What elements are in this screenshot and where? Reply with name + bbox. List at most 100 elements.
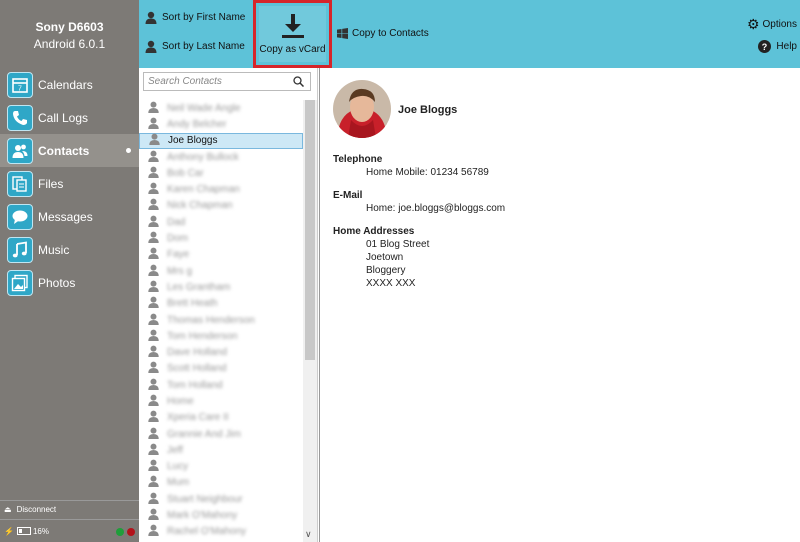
contact-name-label: Xperia Care II xyxy=(167,412,229,424)
copy-to-contacts-button[interactable]: Copy to Contacts xyxy=(337,28,429,39)
contact-name-label: Mum xyxy=(167,477,190,489)
contact-list-item[interactable]: Karen Chapman xyxy=(139,181,303,197)
sidebar-item-calendars[interactable]: 7 Calendars xyxy=(0,68,139,101)
sidebar-item-label: Call Logs xyxy=(38,110,89,125)
contact-list-item[interactable]: Jeff xyxy=(139,442,303,458)
person-icon xyxy=(148,475,159,490)
telephone-heading: Telephone xyxy=(333,154,383,165)
contact-name-label: Anthony Bullock xyxy=(167,151,239,163)
contact-list-item[interactable]: Brett Heath xyxy=(139,296,303,312)
contact-list-item[interactable]: Andy Belcher xyxy=(139,116,303,132)
sidebar-item-label: Photos xyxy=(38,275,76,290)
person-icon xyxy=(148,296,159,311)
contact-list-item[interactable]: Bob Car xyxy=(139,165,303,181)
contact-list-item[interactable]: Neil Wade Angle xyxy=(139,100,303,116)
person-icon xyxy=(145,40,157,53)
device-os: Android 6.0.1 xyxy=(33,37,106,51)
contact-list-item[interactable]: Mrs g xyxy=(139,263,303,279)
person-icon xyxy=(149,133,160,148)
contact-name-label: Les Grantham xyxy=(167,281,231,293)
person-icon xyxy=(148,215,159,230)
contact-name-label: Dad xyxy=(167,216,186,228)
contact-name-label: Joe Bloggs xyxy=(168,135,218,147)
person-icon xyxy=(148,313,159,328)
files-icon xyxy=(7,170,33,197)
contact-list-item[interactable]: Xperia Care II xyxy=(139,410,303,426)
contact-name-label: Neil Wade Angle xyxy=(167,102,241,114)
person-icon xyxy=(148,264,159,279)
contact-name: Joe Bloggs xyxy=(398,104,458,116)
person-icon xyxy=(148,361,159,376)
windows-icon xyxy=(337,28,348,39)
copy-to-contacts-label: Copy to Contacts xyxy=(352,28,429,39)
charging-icon: ⚡ xyxy=(4,526,14,536)
address-line: Joetown xyxy=(366,252,404,263)
contact-list-item[interactable]: Dad xyxy=(139,214,303,230)
contact-list-item[interactable]: Tom Holland xyxy=(139,377,303,393)
contact-name-label: Mrs g xyxy=(167,265,192,277)
scroll-down-icon[interactable]: ∨ xyxy=(305,529,312,540)
contact-list-item[interactable]: Home xyxy=(139,393,303,409)
sidebar-item-files[interactable]: Files xyxy=(0,167,139,200)
search-icon[interactable] xyxy=(293,76,304,87)
contact-list-item[interactable]: Joe Bloggs xyxy=(139,132,303,149)
contact-list-item[interactable]: Dave Holland xyxy=(139,344,303,360)
red-status-led xyxy=(127,528,135,536)
sidebar-item-contacts[interactable]: Contacts xyxy=(0,134,139,167)
person-icon xyxy=(148,117,159,132)
contact-list-item[interactable]: Faye xyxy=(139,247,303,263)
help-button[interactable]: ? Help xyxy=(758,40,797,53)
contact-list-item[interactable]: Tom Henderson xyxy=(139,328,303,344)
person-icon xyxy=(148,508,159,523)
options-label: Options xyxy=(762,19,797,30)
sidebar-item-call-logs[interactable]: Call Logs xyxy=(0,101,139,134)
sort-first-name-label: Sort by First Name xyxy=(162,12,246,23)
email-value: Home: joe.bloggs@bloggs.com xyxy=(366,203,506,214)
person-icon xyxy=(148,524,159,539)
svg-text:?: ? xyxy=(762,42,768,52)
sidebar-item-label: Contacts xyxy=(38,143,90,158)
active-indicator xyxy=(126,148,131,153)
contact-list-item[interactable]: Les Grantham xyxy=(139,279,303,295)
sidebar-item-photos[interactable]: Photos xyxy=(0,266,139,299)
person-icon xyxy=(148,345,159,360)
contact-list-scrollbar[interactable]: ∨ xyxy=(303,100,317,542)
options-button[interactable]: ⚙ Options xyxy=(747,16,797,33)
help-label: Help xyxy=(776,41,797,52)
sidebar-item-messages[interactable]: Messages xyxy=(0,200,139,233)
person-icon xyxy=(148,101,159,116)
contact-name-label: Karen Chapman xyxy=(167,184,240,196)
person-icon xyxy=(148,166,159,181)
telephone-section: Telephone Home Mobile: 01234 56789 xyxy=(333,154,489,178)
sort-last-name-button[interactable]: Sort by Last Name xyxy=(145,40,245,53)
eject-icon: ⏏ xyxy=(4,505,12,514)
contact-list-item[interactable]: Thomas Henderson xyxy=(139,312,303,328)
contact-list-item[interactable]: Grannie And Jim xyxy=(139,426,303,442)
contact-list: Neil Wade Angle Andy Belcher Joe Bloggs Ant… xyxy=(139,100,303,542)
contact-list-item[interactable]: Dom xyxy=(139,230,303,246)
message-icon xyxy=(7,203,33,230)
person-icon xyxy=(148,410,159,425)
telephone-value: Home Mobile: 01234 56789 xyxy=(366,167,489,178)
disconnect-button[interactable]: ⏏ Disconnect xyxy=(0,500,139,518)
contact-list-item[interactable]: Nick Chapman xyxy=(139,198,303,214)
contact-list-item[interactable]: Lucy xyxy=(139,459,303,475)
search-input[interactable] xyxy=(148,76,288,87)
sort-first-name-button[interactable]: Sort by First Name xyxy=(145,11,245,24)
sidebar-item-music[interactable]: Music xyxy=(0,233,139,266)
contact-list-item[interactable]: Mark O'Mahony xyxy=(139,507,303,523)
contact-name-label: Lucy xyxy=(167,461,189,473)
gear-icon: ⚙ xyxy=(746,16,760,32)
contact-list-item[interactable]: Scott Holland xyxy=(139,361,303,377)
scrollbar-thumb[interactable] xyxy=(305,100,315,360)
person-icon xyxy=(145,11,157,24)
sort-last-name-label: Sort by Last Name xyxy=(162,41,245,52)
contact-list-item[interactable]: Anthony Bullock xyxy=(139,149,303,165)
copy-as-vcard-button[interactable]: Copy as vCard xyxy=(253,0,332,68)
contact-name-label: Grannie And Jim xyxy=(167,428,241,440)
contact-list-item[interactable]: Mum xyxy=(139,475,303,491)
contact-name-label: Brett Heath xyxy=(167,298,218,310)
contact-list-item[interactable]: Stuart Neighbour xyxy=(139,491,303,507)
contact-list-item[interactable]: Rachel O'Mahony xyxy=(139,524,303,540)
battery-icon xyxy=(16,527,31,535)
